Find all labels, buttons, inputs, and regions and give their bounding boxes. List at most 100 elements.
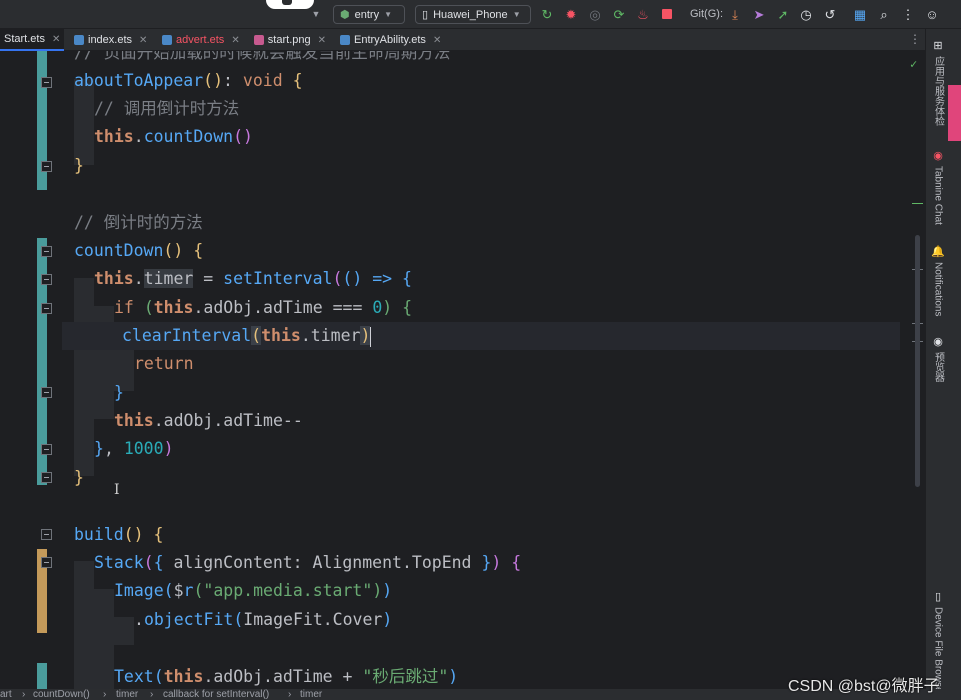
- code-line: }: [74, 156, 84, 175]
- rollback-icon[interactable]: ↺: [822, 6, 838, 22]
- code-editor[interactable]: // 页面开始加载的时候就会触发当前生命周期方法 aboutToAppear()…: [62, 51, 908, 689]
- main-toolbar: ▼ ⬢ entry ▼ ▯ Huawei_Phone ▼ ↻ ✹ ◎ ⟳ ♨ G…: [0, 0, 961, 29]
- git-update-icon[interactable]: ⤓: [727, 6, 743, 22]
- vcs-change-marker: [37, 663, 47, 689]
- code-line: this.timer = setInterval(() => {: [94, 269, 412, 288]
- tab-advert-ets[interactable]: advert.ets ✕: [158, 29, 244, 51]
- module-selector[interactable]: ⬢ entry ▼: [333, 5, 405, 24]
- tab-label: advert.ets: [176, 34, 225, 46]
- health-check-icon: ⊞: [933, 40, 943, 52]
- fold-icon[interactable]: [41, 246, 52, 257]
- fold-icon[interactable]: [41, 444, 52, 455]
- tool-window-previewer[interactable]: ◉ 预览器: [926, 335, 950, 382]
- code-line: // 调用倒计时方法: [94, 99, 240, 118]
- ets-file-icon: [74, 35, 84, 45]
- fold-icon[interactable]: [41, 161, 52, 172]
- overlay-strip: [948, 85, 961, 141]
- breadcrumb-item[interactable]: timer: [300, 689, 322, 700]
- attach-icon[interactable]: ◎: [587, 6, 603, 22]
- rerun-icon[interactable]: ⟳: [611, 6, 627, 22]
- tab-overflow-icon[interactable]: ⋮: [909, 32, 921, 46]
- code-line: aboutToAppear(): void {: [74, 71, 303, 90]
- ets-file-icon: [340, 35, 350, 45]
- tab-start-ets[interactable]: Start.ets ✕: [0, 29, 64, 51]
- scroll-thumb[interactable]: [915, 235, 920, 487]
- close-icon[interactable]: ✕: [139, 35, 147, 46]
- bell-icon: 🔔: [931, 246, 945, 258]
- close-icon[interactable]: ✕: [433, 35, 441, 46]
- code-line: countDown() {: [74, 241, 204, 260]
- tab-label: start.png: [267, 34, 311, 46]
- layout-icon[interactable]: ▦: [852, 6, 868, 22]
- refresh-icon[interactable]: ↻: [539, 6, 555, 22]
- ets-file-icon: [162, 35, 172, 45]
- chevron-right-icon: ›: [150, 689, 154, 700]
- code-line: // 页面开始加载的时候就会触发当前生命周期方法: [74, 51, 451, 62]
- account-icon[interactable]: ☺: [924, 6, 940, 22]
- fold-icon[interactable]: [41, 387, 52, 398]
- code-line-current: clearInterval(this.timer): [62, 322, 900, 350]
- tab-label: index.ets: [88, 34, 133, 46]
- tab-index-ets[interactable]: index.ets ✕: [70, 29, 152, 51]
- fold-icon[interactable]: [41, 77, 52, 88]
- code-line: .objectFit(ImageFit.Cover): [134, 610, 393, 629]
- breadcrumb-item[interactable]: countDown(): [33, 689, 90, 700]
- code-line: // 倒计时的方法: [74, 213, 203, 232]
- fold-icon[interactable]: [41, 529, 52, 540]
- git-push-icon[interactable]: ➚: [775, 6, 791, 22]
- debug-bug-icon[interactable]: ✹: [563, 6, 579, 22]
- tool-window-notifications[interactable]: 🔔 Notifications: [926, 245, 950, 316]
- chevron-down-icon[interactable]: ▼: [308, 6, 324, 22]
- breadcrumb-item[interactable]: callback for setInterval(): [163, 689, 269, 700]
- code-line: build() {: [74, 525, 164, 544]
- inspection-ok-icon[interactable]: ✓: [910, 57, 917, 71]
- code-line: this.adObj.adTime--: [114, 411, 303, 430]
- chevron-right-icon: ›: [22, 689, 26, 700]
- code-line: }: [74, 468, 84, 487]
- code-line: }: [114, 383, 124, 402]
- error-stripe-marker[interactable]: [912, 203, 923, 204]
- tool-window-label: 预览器: [932, 352, 944, 382]
- tab-label: Start.ets: [4, 33, 45, 45]
- close-icon[interactable]: ✕: [52, 34, 60, 45]
- tool-window-label: 应用与服务体检: [932, 56, 944, 126]
- indent-guide: [74, 561, 94, 689]
- phone-icon: ▯: [422, 9, 429, 21]
- search-icon[interactable]: ⌕: [876, 6, 892, 22]
- chevron-right-icon: ›: [103, 689, 107, 700]
- breadcrumb-item[interactable]: art: [0, 689, 12, 700]
- profile-icon[interactable]: ♨: [635, 6, 651, 22]
- tok-aboutToAppear: aboutToAppear: [74, 71, 204, 90]
- stop-icon[interactable]: [659, 6, 675, 22]
- tab-label: EntryAbility.ets: [354, 34, 426, 46]
- tool-window-label: Notifications: [932, 262, 944, 317]
- indent-guide: [94, 589, 114, 689]
- close-icon[interactable]: ✕: [231, 35, 239, 46]
- tab-entryability-ets[interactable]: EntryAbility.ets ✕: [336, 29, 448, 51]
- git-commit-icon[interactable]: ➤: [751, 6, 767, 22]
- more-icon[interactable]: ⋮: [900, 6, 916, 22]
- editor-scrollbar[interactable]: ✓: [908, 51, 925, 689]
- module-icon: ⬢: [340, 9, 350, 21]
- code-line: Stack({ alignContent: Alignment.TopEnd }…: [94, 553, 522, 572]
- device-selector-label: Huawei_Phone: [433, 8, 508, 21]
- fold-icon[interactable]: [41, 303, 52, 314]
- text-caret: [370, 326, 372, 347]
- code-line: }, 1000): [94, 439, 174, 458]
- image-file-icon: [254, 35, 264, 45]
- tool-window-tabnine-chat[interactable]: ◉ Tabnine Chat: [926, 149, 950, 225]
- chevron-right-icon: ›: [288, 689, 292, 700]
- fold-icon[interactable]: [41, 274, 52, 285]
- tool-window-health-check[interactable]: ⊞ 应用与服务体检: [926, 39, 950, 126]
- device-selector[interactable]: ▯ Huawei_Phone ▼: [415, 5, 531, 24]
- code-line: return: [134, 354, 194, 373]
- fold-icon[interactable]: [41, 472, 52, 483]
- breadcrumb-item[interactable]: timer: [116, 689, 138, 700]
- eye-icon: ◉: [933, 336, 943, 348]
- tabnine-icon: ◉: [933, 150, 943, 162]
- code-line: this.countDown(): [94, 127, 253, 146]
- git-history-icon[interactable]: ◷: [798, 6, 814, 22]
- tab-start-png[interactable]: start.png ✕: [250, 29, 330, 51]
- fold-icon[interactable]: [41, 557, 52, 568]
- close-icon[interactable]: ✕: [318, 35, 326, 46]
